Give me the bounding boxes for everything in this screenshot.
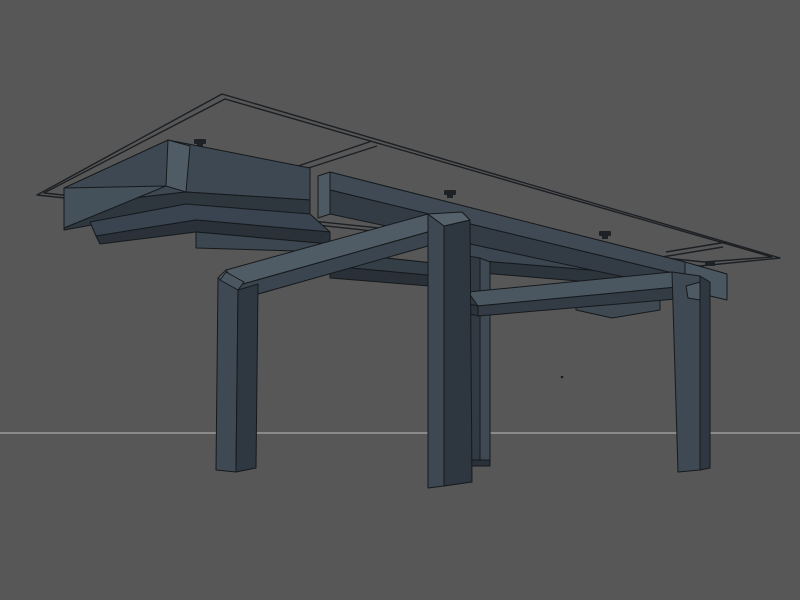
right-leg[interactable]	[671, 271, 711, 473]
scene-canvas[interactable]	[0, 0, 800, 600]
3d-viewport[interactable]	[0, 0, 800, 600]
mounting-screw[interactable]	[444, 190, 456, 198]
mounting-screw[interactable]	[705, 261, 715, 266]
vertex-marker	[560, 375, 564, 379]
front-center-leg[interactable]	[427, 211, 473, 489]
front-left-leg[interactable]	[215, 271, 259, 473]
mounting-screw[interactable]	[599, 231, 611, 239]
front-apron[interactable]	[63, 139, 331, 253]
